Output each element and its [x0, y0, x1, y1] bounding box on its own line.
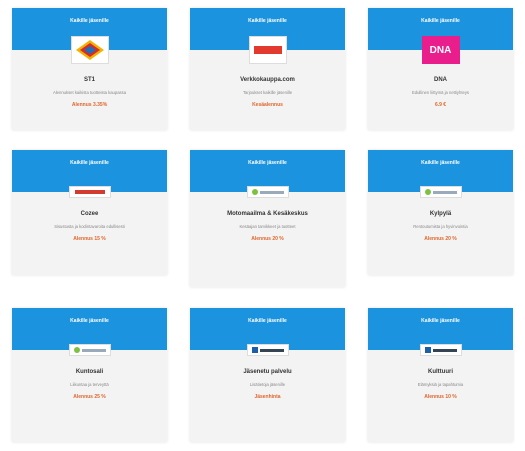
card-description: Liikuntaa ja terveyttä [70, 382, 109, 387]
card-name: Kylpylä [429, 211, 452, 217]
card-offer: Alennus 10 % [424, 394, 457, 400]
verkkokauppa-logo [248, 36, 287, 64]
card-name: Kuntosali [75, 369, 104, 375]
card-name: Cozee [80, 211, 99, 217]
card-offer: Kesäalennus [252, 102, 283, 108]
card-offer: 6.9 € [434, 102, 447, 108]
card-offer: Alennus 3.35% [71, 102, 108, 108]
card-description: Elämyksiä ja tapahtumia [417, 382, 464, 387]
card-name: Jäsenetu palvelu [243, 369, 292, 375]
card-description: Kesäajan tarvikkeet ja tuotteet [239, 224, 296, 229]
card-offer: Alennus 15 % [73, 236, 106, 242]
card-name: Motomaailma & Kesäkeskus [227, 211, 308, 217]
card-description: Rentoutumista ja hyvinvointia [413, 224, 468, 229]
card-description: Sisustusta ja kodintavaroita edullisesti [54, 224, 125, 229]
card-name: ST1 [83, 77, 95, 83]
card-offer: Jäsenhinta [254, 394, 281, 400]
card-description: Alennukset kaikista tuotteista kaupassa [52, 90, 127, 95]
benefits-grid: Kaikille jäsenille ST1 Alennukset kaikis… [0, 0, 525, 451]
card-name: Kulttuuri [428, 369, 453, 375]
benefit-card[interactable]: Kaikille jäsenille Kulttuuri Elämyksiä j… [368, 308, 513, 442]
card-offer: Alennus 20 % [424, 236, 457, 242]
benefit-card[interactable]: Kaikille jäsenille ST1 Alennukset kaikis… [12, 8, 167, 130]
benefit-card[interactable]: Kaikille jäsenille Kylpylä Rentoutumista… [368, 150, 513, 275]
partner-logo-green [68, 344, 111, 356]
card-offer: Alennus 25 % [73, 394, 106, 400]
partner-logo-blue [419, 344, 462, 356]
card-offer: Alennus 20 % [251, 236, 284, 242]
partner-logo-blue [246, 344, 289, 356]
partner-logo-green [419, 186, 462, 198]
st1-logo [70, 36, 109, 64]
card-description: Edullinen liittymä ja nettiyhteys [411, 90, 470, 95]
card-description: Tarjoukset kaikille jäsenille [242, 90, 293, 95]
card-name: Verkkokauppa.com [240, 77, 295, 83]
benefit-card[interactable]: Kaikille jäsenille Motomaailma & Kesäkes… [190, 150, 345, 287]
card-name: DNA [434, 77, 447, 83]
benefit-card[interactable]: Kaikille jäsenille DNA DNA Edullinen lii… [368, 8, 513, 130]
benefit-card[interactable]: Kaikille jäsenille Cozee Sisustusta ja k… [12, 150, 167, 275]
benefit-card[interactable]: Kaikille jäsenille Verkkokauppa.com Tarj… [190, 8, 345, 130]
card-description: Lisätietoja jäsenille [249, 382, 286, 387]
benefit-card[interactable]: Kaikille jäsenille Kuntosali Liikuntaa j… [12, 308, 167, 442]
dna-logo: DNA [421, 36, 460, 64]
benefit-card[interactable]: Kaikille jäsenille Jäsenetu palvelu Lisä… [190, 308, 345, 442]
cozee-logo [68, 186, 111, 198]
partner-logo-green [246, 186, 289, 198]
